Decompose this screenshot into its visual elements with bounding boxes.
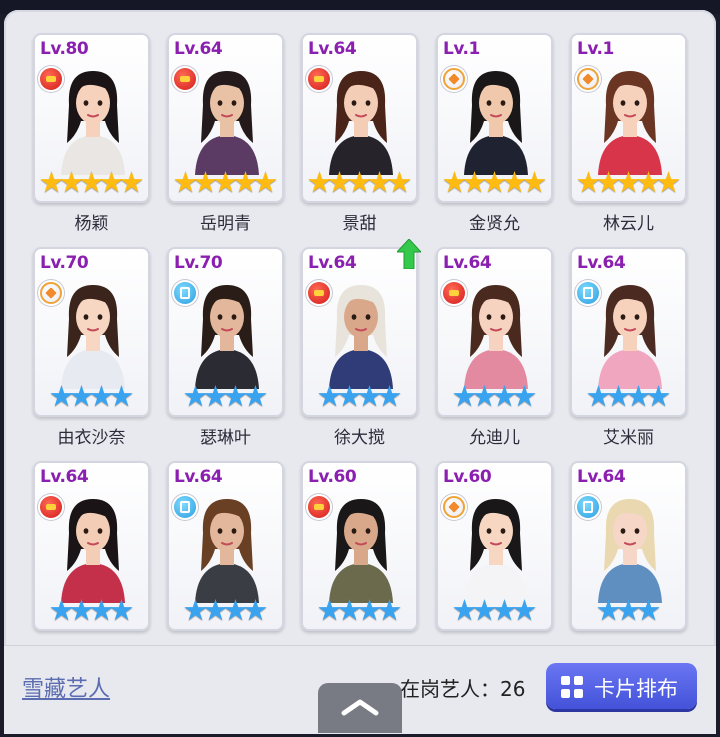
artist-level: Lv.60 <box>443 467 492 487</box>
star-rating: ★★★★ <box>307 379 412 413</box>
artist-card-grid: Lv.80 ★★★★★ 杨颖 Lv.64 ★★★★★ 岳明青 Lv.64 ★★★★★ 景甜 Lv.… <box>0 0 720 643</box>
artist-level: Lv.64 <box>174 467 223 487</box>
artist-level: Lv.70 <box>40 253 89 273</box>
active-artist-count: 在岗艺人：26 <box>400 677 526 701</box>
star-icon: ★ <box>655 165 682 199</box>
chevron-up-icon <box>341 699 379 716</box>
artist-card[interactable]: Lv.64 ★★★ <box>570 461 687 631</box>
artist-portrait <box>598 285 662 389</box>
star-rating: ★★★★ <box>442 593 547 627</box>
star-icon: ★ <box>118 165 145 199</box>
star-icon: ★ <box>376 379 403 413</box>
star-rating: ★★★★ <box>173 379 278 413</box>
star-rating: ★★★★★ <box>442 165 548 199</box>
star-icon: ★ <box>242 593 269 627</box>
star-icon: ★ <box>635 593 662 627</box>
artist-card[interactable]: Lv.80 ★★★★★ <box>33 33 150 203</box>
star-icon: ★ <box>108 379 135 413</box>
artist-card[interactable]: Lv.64 ★★★★★ <box>167 33 284 203</box>
star-rating: ★★★ <box>576 593 681 627</box>
collapse-tab[interactable] <box>318 683 402 733</box>
star-icon: ★ <box>645 379 672 413</box>
artist-card[interactable]: Lv.64 ★★★★ <box>167 461 284 631</box>
artist-level: Lv.64 <box>308 253 357 273</box>
artist-level: Lv.64 <box>577 467 626 487</box>
star-icon: ★ <box>511 379 538 413</box>
artist-portrait <box>195 499 259 603</box>
artist-portrait <box>464 71 528 175</box>
artist-card[interactable]: Lv.64 ★★★★★ <box>301 33 418 203</box>
artist-portrait <box>61 285 125 389</box>
star-rating: ★★★★ <box>307 593 412 627</box>
upgrade-arrow-icon <box>397 239 421 269</box>
artist-card[interactable]: Lv.60 ★★★★ <box>436 461 553 631</box>
artist-card[interactable]: Lv.60 ★★★★ <box>301 461 418 631</box>
artist-portrait <box>464 499 528 603</box>
artist-name: 艾米丽 <box>603 428 654 448</box>
artist-portrait <box>598 499 662 603</box>
artist-level: Lv.64 <box>577 253 626 273</box>
star-rating: ★★★★ <box>39 379 144 413</box>
artist-card[interactable]: Lv.1 ★★★★★ <box>570 33 687 203</box>
artist-name: 允迪儿 <box>469 428 520 448</box>
star-icon: ★ <box>252 165 279 199</box>
star-icon: ★ <box>521 165 548 199</box>
artist-name: 杨颖 <box>74 214 109 234</box>
star-rating: ★★★★ <box>173 593 278 627</box>
artist-portrait <box>598 71 662 175</box>
artist-portrait <box>195 71 259 175</box>
star-rating: ★★★★ <box>576 379 681 413</box>
artist-level: Lv.64 <box>40 467 89 487</box>
artist-card[interactable]: Lv.64 ★★★★ <box>301 247 418 417</box>
artist-card[interactable]: Lv.70 ★★★★ <box>167 247 284 417</box>
star-icon: ★ <box>242 379 269 413</box>
star-icon: ★ <box>511 593 538 627</box>
artist-portrait <box>61 499 125 603</box>
star-rating: ★★★★★ <box>307 165 413 199</box>
artist-card[interactable]: Lv.64 ★★★★ <box>33 461 150 631</box>
star-rating: ★★★★ <box>39 593 144 627</box>
star-rating: ★★★★ <box>442 379 547 413</box>
artist-name: 瑟琳叶 <box>200 428 251 448</box>
artist-name: 岳明青 <box>200 214 251 234</box>
artist-card[interactable]: Lv.70 ★★★★ <box>33 247 150 417</box>
artist-portrait <box>329 285 393 389</box>
star-rating: ★★★★★ <box>576 165 682 199</box>
star-icon: ★ <box>108 593 135 627</box>
artist-portrait <box>195 285 259 389</box>
artist-name: 由衣沙奈 <box>57 428 126 448</box>
artist-level: Lv.1 <box>443 39 480 59</box>
artist-name: 林云儿 <box>603 214 654 234</box>
artist-portrait <box>329 499 393 603</box>
star-icon: ★ <box>376 593 403 627</box>
artist-level: Lv.60 <box>308 467 357 487</box>
artist-portrait <box>61 71 125 175</box>
star-rating: ★★★★★ <box>173 165 279 199</box>
artist-name: 景甜 <box>342 214 377 234</box>
artist-level: Lv.80 <box>40 39 89 59</box>
card-layout-button[interactable]: 卡片排布 <box>546 663 697 709</box>
artist-portrait <box>464 285 528 389</box>
artist-card[interactable]: Lv.64 ★★★★ <box>570 247 687 417</box>
grid-icon <box>561 676 583 698</box>
artist-level: Lv.64 <box>308 39 357 59</box>
artist-level: Lv.64 <box>443 253 492 273</box>
artist-level: Lv.1 <box>577 39 614 59</box>
artist-level: Lv.70 <box>174 253 223 273</box>
retired-artists-link[interactable]: 雪藏艺人 <box>22 671 110 703</box>
artist-name: 徐大搅 <box>334 428 385 448</box>
artist-level: Lv.64 <box>174 39 223 59</box>
artist-name: 金贤允 <box>469 214 520 234</box>
card-layout-label: 卡片排布 <box>594 677 678 701</box>
star-icon: ★ <box>386 165 413 199</box>
artist-card[interactable]: Lv.64 ★★★★ <box>436 247 553 417</box>
star-rating: ★★★★★ <box>39 165 145 199</box>
artist-card[interactable]: Lv.1 ★★★★★ <box>436 33 553 203</box>
artist-portrait <box>329 71 393 175</box>
